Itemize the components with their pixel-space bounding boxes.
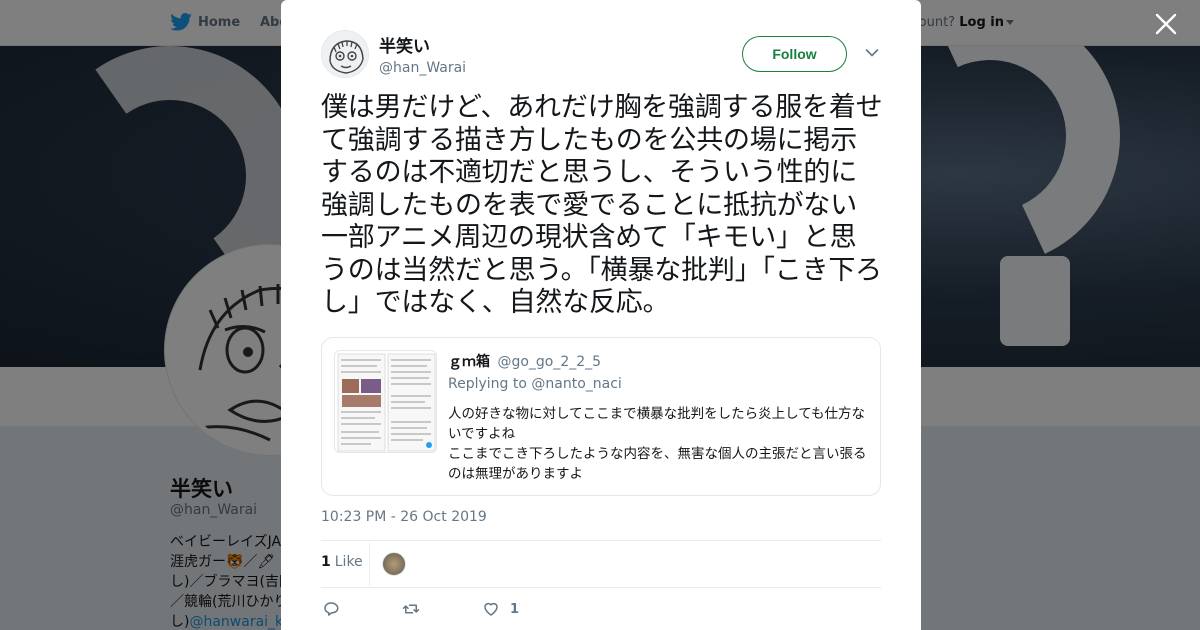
quoted-tweet-image[interactable] — [334, 350, 437, 453]
quoted-tweet-header: ｇｍ箱 @go_go_2_2_5 — [448, 351, 601, 371]
quoted-tweet-text: 人の好きな物に対してここまで横暴な批判をしたら炎上しても仕方ないですよね ここま… — [448, 404, 872, 484]
liker-avatar[interactable] — [382, 552, 406, 576]
like-count: 1 — [510, 601, 520, 617]
tweet-author[interactable]: 半笑い @han_Warai — [321, 30, 466, 78]
tweet-modal: 半笑い @han_Warai Follow 僕は男だけど、あれだけ胸を強調する服… — [281, 0, 921, 630]
likes-label: Like — [334, 554, 363, 570]
retweet-icon — [402, 604, 420, 614]
quoted-author-name[interactable]: ｇｍ箱 — [448, 354, 490, 370]
quoted-tweet[interactable]: ｇｍ箱 @go_go_2_2_5 Replying to @nanto_naci… — [321, 337, 881, 496]
replying-to-handle[interactable]: @nanto_naci — [531, 376, 621, 392]
chevron-down-icon[interactable] — [865, 48, 879, 58]
likes-count: 1 — [321, 554, 331, 570]
replying-to-prefix: Replying to — [448, 376, 532, 392]
reply-button[interactable] — [322, 600, 340, 618]
follow-button[interactable]: Follow — [742, 36, 847, 72]
likes-stat[interactable]: 1 Like — [321, 554, 363, 570]
reply-icon — [324, 602, 339, 616]
divider — [369, 543, 370, 586]
author-name[interactable]: 半笑い — [379, 32, 466, 57]
quoted-text-line: 人の好きな物に対してここまで横暴な批判をしたら炎上しても仕方ないですよね — [448, 406, 866, 442]
sketch-face-icon — [322, 31, 368, 77]
like-button[interactable]: 1 — [482, 600, 519, 618]
retweet-button[interactable] — [402, 600, 420, 618]
heart-icon — [484, 602, 498, 616]
quoted-author-handle[interactable]: @go_go_2_2_5 — [497, 354, 601, 370]
quoted-text-line: ここまでこき下ろしたような内容を、無害な個人の主張だと言い張るのは無理があります… — [448, 446, 867, 482]
replying-to: Replying to @nanto_naci — [448, 376, 622, 392]
author-avatar[interactable] — [321, 30, 369, 78]
tweet-timestamp[interactable]: 10:23 PM - 26 Oct 2019 — [321, 509, 487, 525]
divider — [321, 540, 881, 541]
close-icon[interactable] — [1154, 12, 1178, 36]
author-handle[interactable]: @han_Warai — [379, 60, 466, 76]
tweet-text: 僕は男だけど、あれだけ胸を強調する服を着せて強調する描き方したものを公共の場に掲… — [321, 92, 883, 318]
divider — [321, 587, 881, 588]
screenshot-thumbnail-icon — [335, 351, 436, 452]
